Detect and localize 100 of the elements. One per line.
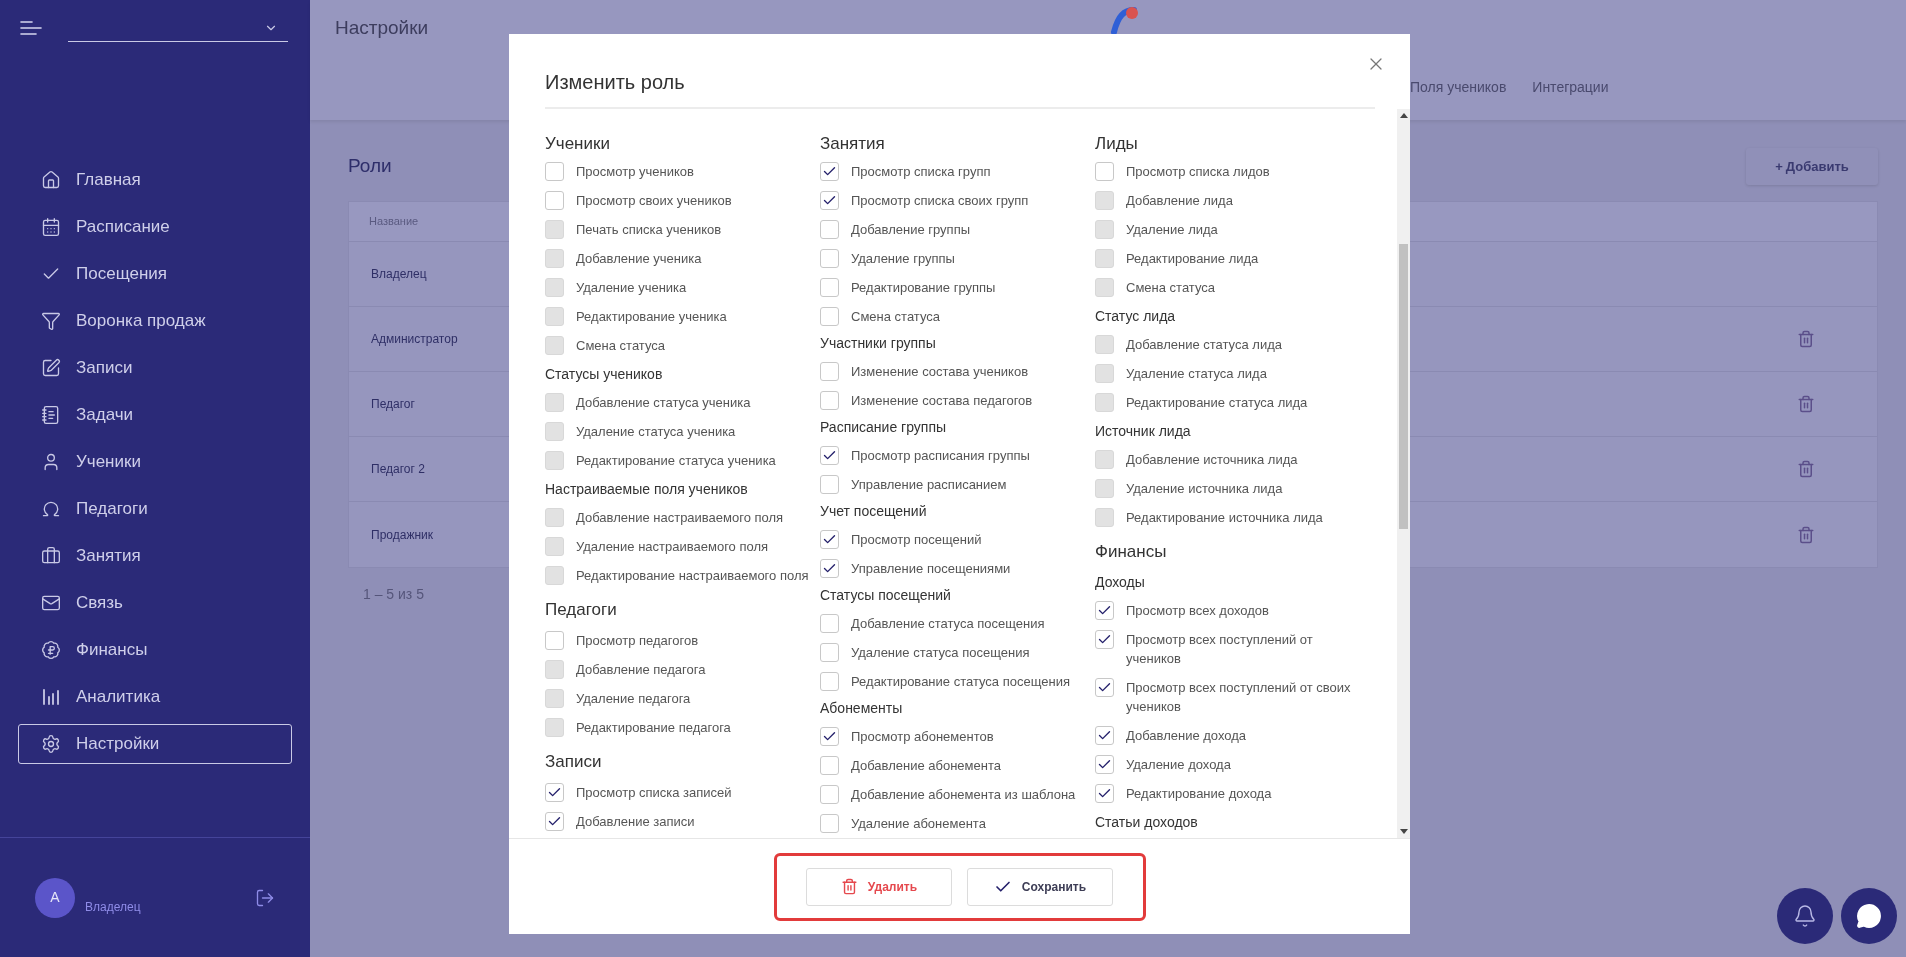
checkbox[interactable] [820,390,839,410]
checkbox[interactable] [545,162,564,181]
checkbox[interactable] [820,558,839,578]
nav-item[interactable]: Посещения [18,254,292,294]
checkbox[interactable] [820,277,839,297]
checkbox[interactable] [545,812,564,831]
dialog-title: Изменить роль [545,70,685,95]
checkbox[interactable] [820,306,839,326]
checkbox[interactable] [1095,755,1114,774]
permission-label: Просмотр всех поступлений от учеников [1126,631,1314,668]
permission-label: Просмотр посещений [851,530,983,549]
permission-label: Редактирование лида [1126,250,1260,268]
checkbox[interactable] [820,161,839,181]
group-heading: Занятия [820,133,886,155]
checkbox[interactable] [820,726,839,746]
permission-label: Удаление источника лида [1126,480,1284,498]
permission-label: Редактирование статуса лида [1126,394,1309,412]
checkbox[interactable] [820,361,839,381]
save-button[interactable]: Сохранить [967,867,1113,906]
checkbox[interactable] [820,248,839,268]
checkbox[interactable] [1095,601,1114,620]
checkbox[interactable] [545,631,564,650]
nav-item[interactable]: Воронка продаж [18,301,292,341]
permission-label: Добавление абонемента [851,756,1002,775]
funnel-icon [41,311,61,331]
subgroup-heading: Расписание группы [820,418,948,438]
checkbox[interactable] [545,191,564,210]
permission-label: Удаление статуса лида [1126,365,1268,383]
trash-icon[interactable] [1797,330,1815,348]
permission-label: Смена статуса [851,307,941,326]
nav-item[interactable]: Финансы [18,630,292,670]
permission-label: Добавление группы [851,220,971,239]
edit-icon [41,358,61,378]
briefcase-icon [41,546,61,566]
nav-item[interactable]: Ученики [18,442,292,482]
page-title: Настройки [335,17,429,38]
group-heading: Ученики [545,133,611,156]
checkbox[interactable] [820,642,839,662]
nav-item[interactable]: Настройки [18,724,292,764]
permission-label: Управление посещениями [851,559,1012,578]
subgroup-heading: Статусы учеников [545,364,664,384]
permission-label: Просмотр списка лидов [1126,163,1271,181]
nav-item[interactable]: Главная [18,160,292,200]
checkbox[interactable] [820,613,839,633]
checkbox[interactable] [820,755,839,775]
permission-label: Добавление педагога [576,661,707,679]
role-name: Администратор [371,331,458,348]
nav-item[interactable]: Записи [18,348,292,388]
checkbox[interactable] [820,219,839,239]
permission-label: Редактирование педагога [576,719,732,737]
checkbox[interactable] [1095,678,1114,697]
scrollbar[interactable] [1397,109,1410,838]
permission-label: Просмотр списка своих групп [851,191,1030,210]
logout-icon[interactable] [255,887,275,908]
nav-item[interactable]: Педагоги [18,489,292,529]
nav-item[interactable]: Занятия [18,536,292,576]
permission-label: Редактирование настраиваемого поля [576,567,810,585]
checkbox[interactable] [820,671,839,691]
nav-item[interactable]: Расписание [18,207,292,247]
permission-label: Удаление статуса ученика [576,423,737,441]
permission-label: Просмотр учеников [576,163,695,181]
nav-item[interactable]: Задачи [18,395,292,435]
section-title: Роли [348,154,392,179]
checkbox[interactable] [820,813,839,833]
trash-icon[interactable] [1797,395,1815,413]
checkbox[interactable] [1095,726,1114,745]
subgroup-heading: Источник лида [1095,421,1192,441]
settings-icon [41,734,61,754]
permission-label: Удаление настраиваемого поля [576,538,770,556]
subgroup-heading: Статьи доходов [1095,812,1199,832]
user-avatar[interactable]: А [35,877,75,918]
scrollbar-thumb[interactable] [1399,244,1408,529]
trash-icon[interactable] [1797,525,1815,544]
delete-button[interactable]: Удалить [806,867,952,906]
permission-label: Изменение состава учеников [851,362,1030,381]
nav-item[interactable]: Аналитика [18,677,292,717]
checkbox[interactable] [820,190,839,210]
notebook-icon [41,405,61,425]
bar-chart-icon [41,687,61,707]
permission-label: Смена статуса [576,337,666,355]
checkbox[interactable] [1095,162,1114,181]
permission-label: Добавление статуса лида [1126,336,1283,354]
scroll-up-icon[interactable] [1399,113,1408,118]
menu-icon[interactable] [20,20,42,36]
group-heading: Лиды [1095,133,1139,156]
permission-label: Просмотр списка записей [576,784,733,802]
subgroup-heading: Учет посещений [820,502,928,522]
permission-label: Добавление настраиваемого поля [576,509,785,527]
checkbox[interactable] [1095,630,1114,649]
checkbox[interactable] [820,529,839,549]
checkbox[interactable] [820,474,839,494]
scroll-down-icon[interactable] [1399,829,1408,834]
subgroup-heading: Абонементы [820,699,904,719]
checkbox[interactable] [545,783,564,802]
nav-item[interactable]: Связь [18,583,292,623]
checkbox[interactable] [820,445,839,465]
checkbox[interactable] [820,784,839,804]
permission-label: Редактирование источника лида [1126,509,1324,527]
checkbox[interactable] [1095,784,1114,803]
trash-icon[interactable] [1797,460,1815,478]
